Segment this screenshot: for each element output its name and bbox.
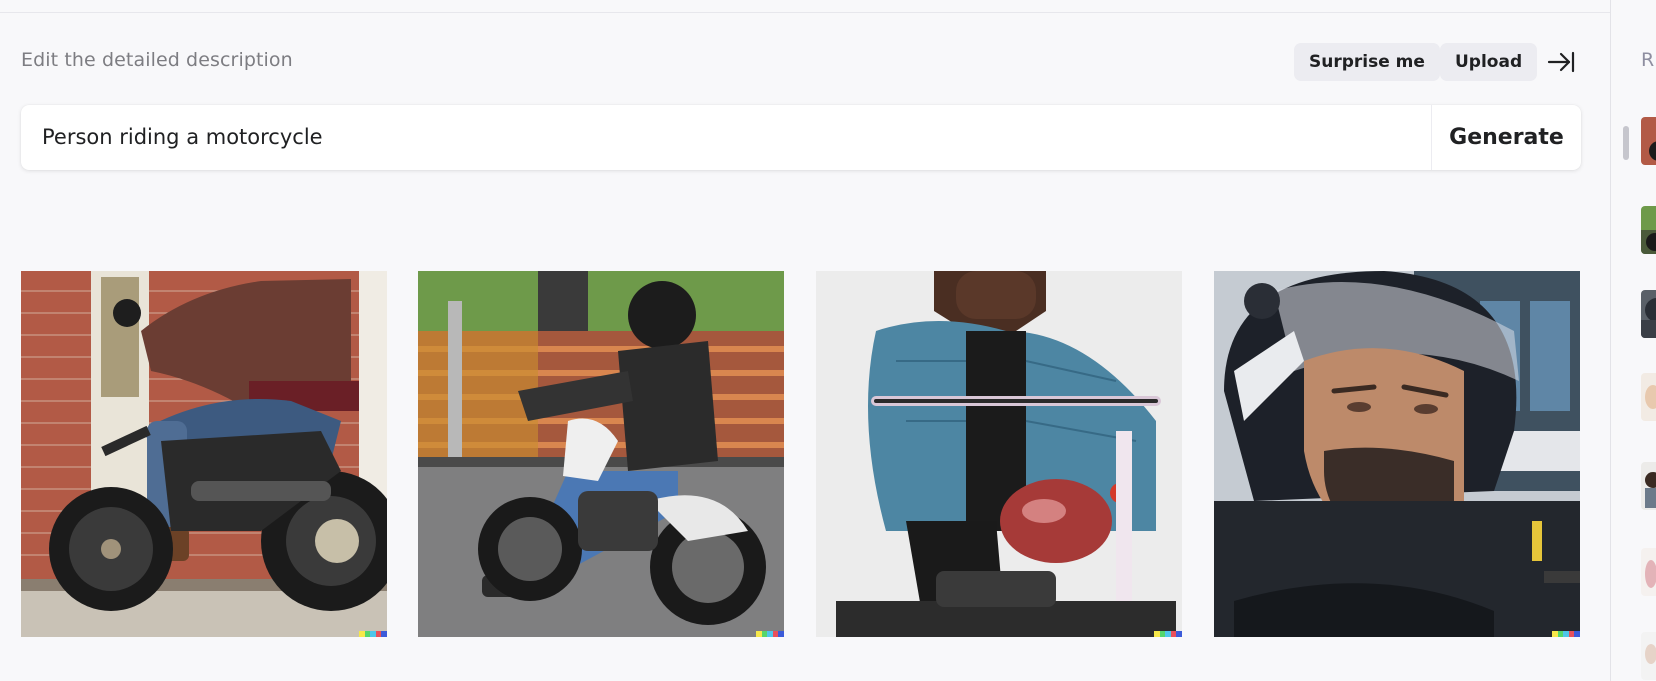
history-thumb-4-art — [1641, 373, 1656, 421]
result-image-4[interactable] — [1214, 271, 1580, 637]
prompt-input[interactable]: Person riding a motorcycle — [42, 105, 1442, 170]
history-title: R — [1641, 49, 1655, 71]
history-thumb-3-art — [1641, 290, 1656, 338]
arrow-right-to-bar-icon — [1547, 51, 1575, 73]
history-thumb-6[interactable] — [1641, 548, 1656, 596]
result-image-1-art — [21, 271, 387, 637]
history-thumb-1[interactable] — [1641, 117, 1656, 165]
result-image-1[interactable] — [21, 271, 387, 637]
history-thumb-2-art — [1641, 206, 1656, 254]
history-thumb-4[interactable] — [1641, 373, 1656, 421]
watermark — [756, 631, 784, 637]
prompt-bar: Person riding a motorcycle Generate — [21, 105, 1581, 170]
history-thumb-5-art — [1641, 462, 1656, 510]
watermark — [359, 631, 387, 637]
sidebar-scrollbar[interactable] — [1623, 126, 1629, 160]
result-image-3-art — [816, 271, 1182, 637]
history-thumb-2[interactable] — [1641, 206, 1656, 254]
collapse-history-button[interactable] — [1545, 48, 1577, 76]
upload-button[interactable]: Upload — [1440, 43, 1538, 81]
top-divider — [0, 12, 1610, 13]
results-grid — [21, 271, 1581, 637]
history-thumb-1-art — [1641, 117, 1656, 165]
watermark — [1552, 631, 1580, 637]
watermark — [1154, 631, 1182, 637]
history-thumb-7[interactable] — [1641, 632, 1656, 680]
result-image-3[interactable] — [816, 271, 1182, 637]
history-thumb-3[interactable] — [1641, 290, 1656, 338]
result-image-2-art — [418, 271, 784, 637]
editor-panel: Edit the detailed description Surprise m… — [0, 0, 1610, 681]
history-thumb-6-art — [1641, 548, 1656, 596]
history-thumb-7-art — [1641, 632, 1656, 680]
result-image-2[interactable] — [418, 271, 784, 637]
history-thumb-5[interactable] — [1641, 462, 1656, 510]
generate-button[interactable]: Generate — [1432, 105, 1581, 170]
section-label: Edit the detailed description — [21, 49, 293, 71]
history-sidebar: R — [1610, 0, 1656, 681]
result-image-4-art — [1214, 271, 1580, 637]
app-root: Edit the detailed description Surprise m… — [0, 0, 1656, 681]
surprise-me-button[interactable]: Surprise me — [1294, 43, 1440, 81]
